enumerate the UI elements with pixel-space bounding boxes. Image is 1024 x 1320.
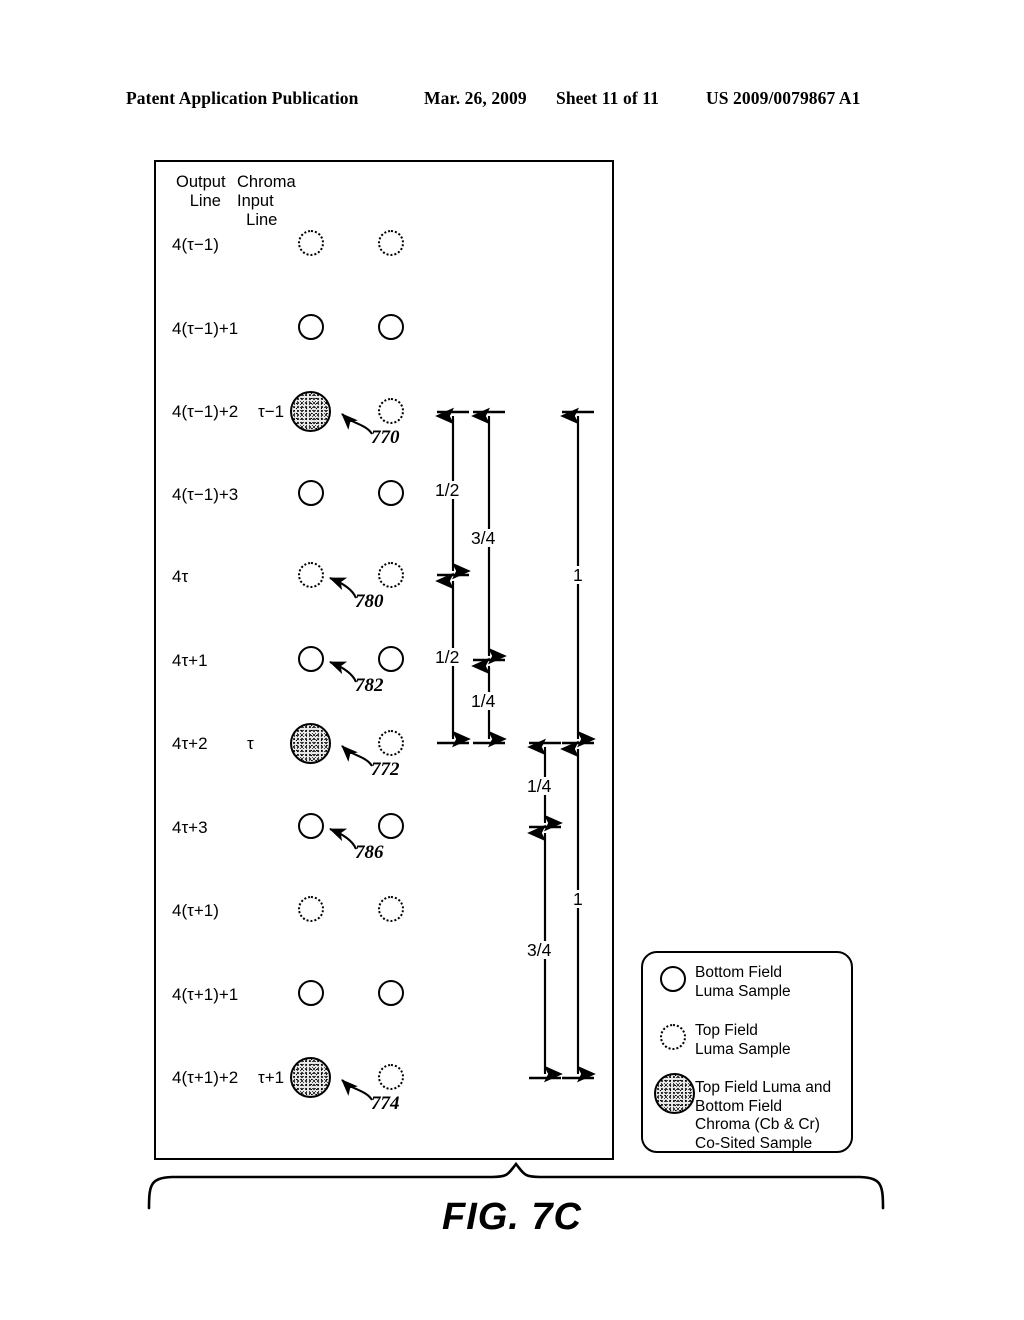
dimension-bar-a [435, 407, 471, 748]
dimension-label-b-upper: 3/4 [470, 528, 497, 548]
legend-label-1: Top Field Luma Sample [695, 1022, 791, 1058]
legend-marker-cosited-sample [654, 1073, 695, 1114]
dimension-label-a-upper: 1/2 [434, 480, 461, 500]
dimension-label-d-upper: 1/4 [526, 776, 553, 796]
dimension-bars-group [435, 407, 596, 1083]
figure-caption: FIG. 7C [441, 1196, 583, 1238]
dimension-label-b-lower: 1/4 [470, 691, 497, 711]
dimension-label-e: 1 [572, 889, 584, 909]
legend-label-2: Top Field Luma and Bottom Field Chroma (… [695, 1079, 832, 1152]
dimension-label-d-lower: 3/4 [526, 940, 553, 960]
dimension-bar-e [560, 740, 596, 1083]
legend-label-0: Bottom Field Luma Sample [695, 964, 791, 1000]
dimension-label-a-lower: 1/2 [434, 647, 461, 667]
legend-marker-top-field-luma [660, 1024, 686, 1050]
dimension-label-c: 1 [572, 565, 584, 585]
legend-marker-bottom-field-luma [660, 966, 686, 992]
